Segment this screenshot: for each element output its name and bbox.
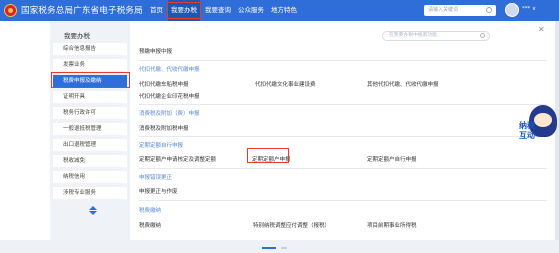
sidebar-item-tax-relief[interactable]: 税收减免 (53, 155, 127, 167)
sidebar-item-refund[interactable]: 一般退抵税管理 (53, 123, 127, 135)
divider (139, 200, 547, 201)
footer-area (0, 240, 559, 253)
link-special-adjustment[interactable]: 特别纳税调整应付调整（报税） (253, 221, 330, 229)
link-fixed-quota-self[interactable]: 定期定额户自行申报 (367, 155, 417, 163)
nav-home[interactable]: 首页 (150, 0, 166, 21)
function-search-placeholder: 在我要办税中搜索功能 (389, 33, 437, 38)
site-title[interactable]: 国家税务总局广东省电子税务局 (21, 4, 143, 16)
link-prepaid-declaration[interactable]: 预缴申报中报 (139, 47, 172, 55)
highlight-box-nav (167, 2, 201, 19)
nav-public-service[interactable]: 公众服务 (238, 0, 268, 21)
sidebar-item-certificate[interactable]: 证明开具 (53, 91, 127, 103)
sidebar-item-credit[interactable]: 纳税信用 (53, 171, 127, 183)
sidebar-item-professional-service[interactable]: 涉税专业服务 (53, 187, 127, 199)
close-icon[interactable]: ✕ (538, 25, 545, 34)
category-withholding: 代扣代缴、代收代缴申报 (139, 67, 200, 73)
header-search-placeholder: 请输入关键词 (428, 7, 459, 13)
user-avatar[interactable] (505, 3, 519, 17)
category-consumption-tax: 消费税及附加（费）申报 (139, 111, 200, 117)
mascot-label: 纳税 互动 (519, 121, 535, 140)
tax-emblem-icon (4, 4, 17, 17)
link-project-income-tax[interactable]: 项目前期事业所得税 (367, 221, 417, 229)
link-other-withholding[interactable]: 其他代扣代缴、代收代缴申报 (367, 80, 439, 88)
category-payment: 税费缴纳 (139, 208, 162, 214)
link-correction[interactable]: 申报更正与作废 (139, 187, 178, 195)
divider (139, 60, 547, 61)
link-fixed-quota-adjust[interactable]: 定期定额户申请核定及调整定额 (139, 155, 216, 163)
sidebar-item-invoice[interactable]: 发票业务 (53, 59, 127, 71)
link-cultural-fee[interactable]: 代扣代缴文化事业建设费 (255, 80, 316, 88)
search-icon[interactable] (486, 7, 492, 13)
divider (139, 104, 547, 105)
category-fixed-quota: 定期定额自行申报 (139, 143, 184, 149)
function-search-input[interactable]: 在我要办税中搜索功能 (382, 31, 490, 41)
scroll-up-icon[interactable] (89, 206, 97, 210)
scroll-down-icon[interactable] (89, 211, 97, 215)
link-consumption-tax[interactable]: 消费税及附加税申报 (139, 124, 189, 132)
divider (139, 168, 547, 169)
link-payment[interactable]: 税费缴纳 (139, 221, 161, 229)
category-correction: 申报错误更正 (139, 175, 173, 181)
sidebar-item-admin-permit[interactable]: 税务行政许可 (53, 107, 127, 119)
sidebar-title: 我要办税 (64, 32, 90, 40)
header-search-input[interactable]: 请输入关键词 (424, 5, 496, 16)
carousel-indicator-active[interactable] (262, 247, 276, 249)
sidebar-item-export-refund[interactable]: 出口退税管理 (53, 139, 127, 151)
highlight-box-sidebar (51, 72, 130, 88)
user-name[interactable]: *** ∨ (522, 6, 536, 12)
highlight-box-link (247, 148, 289, 163)
sidebar-item-info-report[interactable]: 综合信息报告 (53, 43, 127, 55)
nav-query[interactable]: 我要查询 (205, 0, 235, 21)
carousel-indicator[interactable] (281, 247, 287, 249)
link-vehicle-tax[interactable]: 代扣代缴车船税申报 (139, 80, 189, 88)
divider (139, 136, 547, 137)
search-icon[interactable] (480, 33, 485, 38)
nav-local-feature[interactable]: 地方特色 (271, 0, 301, 21)
assistant-mascot[interactable]: 纳税 互动 (519, 103, 559, 153)
link-stamp-tax[interactable]: 代扣代缴企业印花税申报 (139, 92, 200, 100)
